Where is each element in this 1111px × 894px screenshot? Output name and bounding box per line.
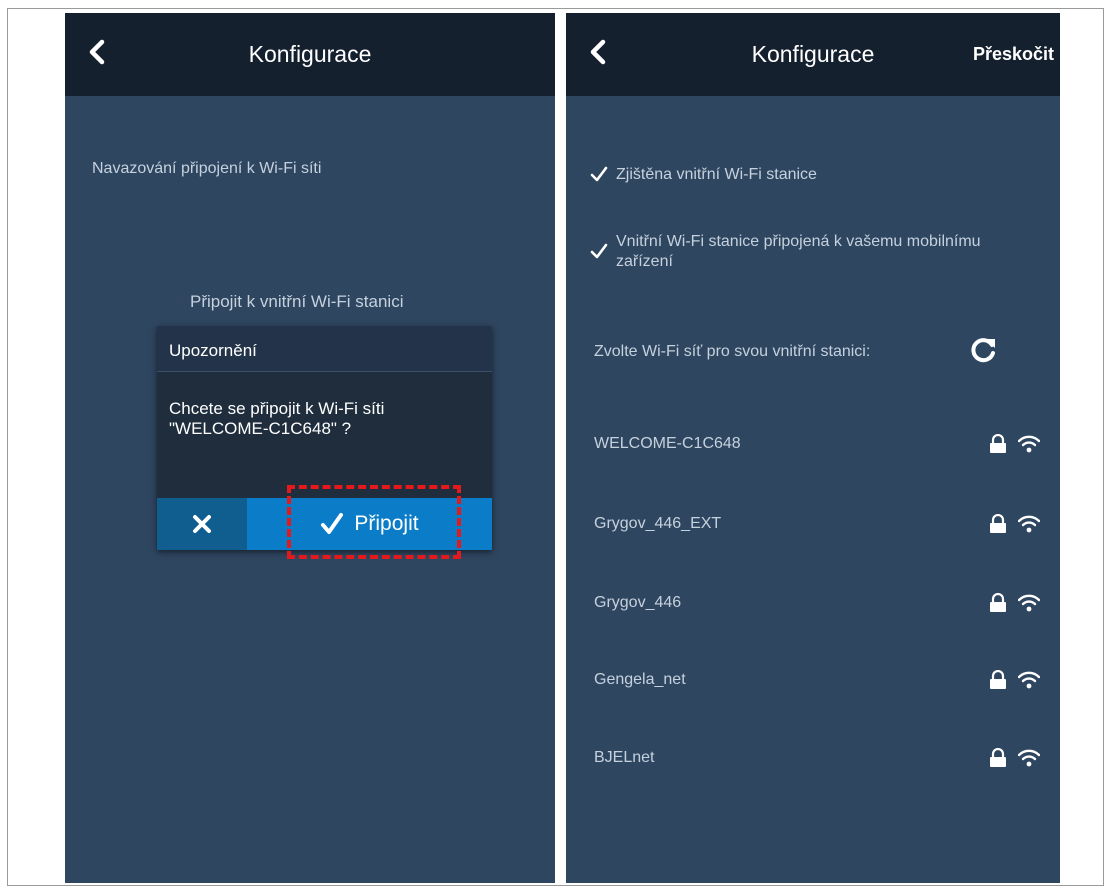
skip-button[interactable]: Přeskočit (973, 44, 1054, 65)
choose-network-text: Zvolte Wi-Fi síť pro svou vnitřní stanic… (594, 343, 871, 360)
top-bar: Konfigurace (65, 13, 555, 96)
check-item-text: Zjištěna vnitřní Wi-Fi stanice (616, 166, 817, 183)
wifi-icon (1018, 515, 1040, 533)
check-item: Vnitřní Wi-Fi stanice připojená k vašemu… (590, 232, 990, 272)
connect-to-station-status: Připojit k vnitřní Wi-Fi stanici (168, 292, 403, 312)
highlight-marker (287, 485, 461, 559)
spinner-icon (168, 294, 184, 310)
top-bar: Konfigurace Přeskočit (566, 13, 1060, 96)
connect-to-station-text: Připojit k vnitřní Wi-Fi stanici (190, 292, 404, 311)
lock-icon (990, 434, 1006, 453)
dialog-message: Chcete se připojit k Wi-Fi síti "WELCOME… (169, 399, 385, 438)
lock-icon (990, 514, 1006, 533)
wifi-icon (1018, 671, 1040, 689)
right-phone-screen: Konfigurace Přeskočit Zjištěna vnitřní W… (566, 13, 1060, 883)
connection-status-text: Navazování připojení k Wi-Fi síti (92, 160, 322, 177)
lock-icon (990, 748, 1006, 767)
check-icon (590, 166, 608, 182)
dialog-title: Upozornění (157, 326, 492, 372)
wifi-icon (1018, 594, 1040, 612)
refresh-icon (971, 338, 995, 363)
network-row[interactable]: BJELnet (566, 723, 1060, 793)
network-row[interactable]: Grygov_446 (566, 568, 1060, 638)
check-item-text: Vnitřní Wi-Fi stanice připojená k vašemu… (616, 233, 981, 270)
lock-icon (990, 593, 1006, 612)
check-icon (590, 243, 608, 259)
wifi-icon (1018, 435, 1040, 453)
close-icon (193, 515, 211, 533)
refresh-button[interactable] (968, 335, 998, 365)
cancel-button[interactable] (157, 498, 247, 550)
lock-icon (990, 670, 1006, 689)
page-title: Konfigurace (248, 41, 372, 67)
figure-frame: Konfigurace Navazování připojení k Wi-Fi… (7, 8, 1104, 886)
check-item: Zjištěna vnitřní Wi-Fi stanice (590, 165, 817, 185)
network-row[interactable]: WELCOME-C1C648 (566, 409, 1060, 479)
left-phone-screen: Konfigurace Navazování připojení k Wi-Fi… (65, 13, 555, 883)
network-row[interactable]: Gengela_net (566, 645, 1060, 715)
network-row[interactable]: Grygov_446_EXT (566, 489, 1060, 559)
wifi-icon (1018, 749, 1040, 767)
